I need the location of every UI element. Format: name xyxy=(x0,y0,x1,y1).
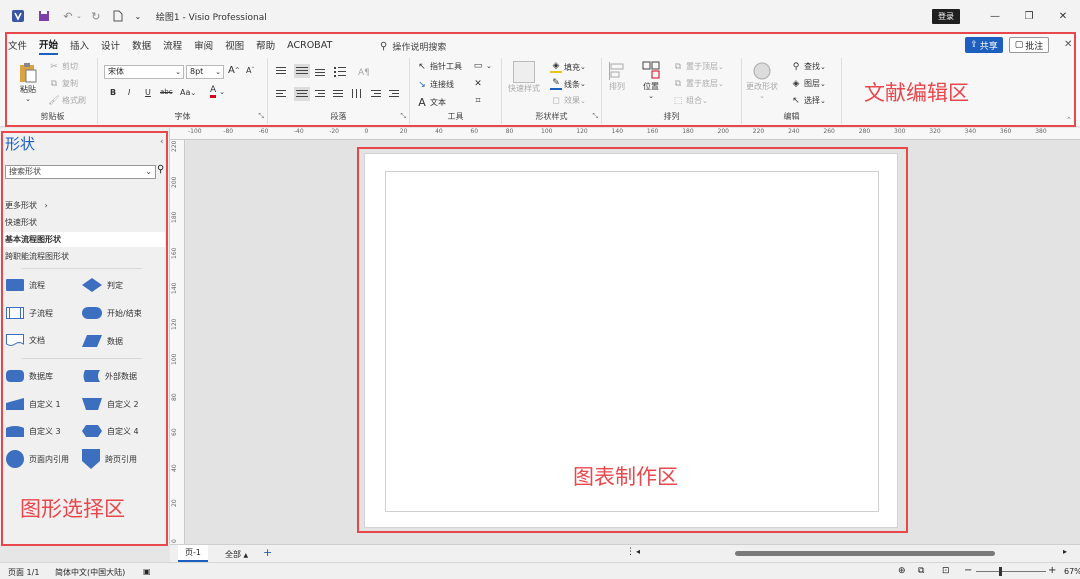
redo-icon[interactable]: ↻ xyxy=(88,8,104,24)
page-tab-1[interactable]: 页-1 xyxy=(178,545,208,562)
scroll-left-icon[interactable]: ◂ xyxy=(636,547,640,556)
ruler-tick-label: 160 xyxy=(646,128,659,135)
horizontal-ruler: -100 -80 -60 -40 -20 0 20 40 60 80 100 120 140 160 180… xyxy=(170,128,1080,140)
shapes-annotation-box xyxy=(1,131,168,546)
ruler-tick-label: -20 xyxy=(329,128,339,135)
ruler-tick-label: 120 xyxy=(576,128,588,135)
ruler-tick-label: 220 xyxy=(752,128,765,135)
new-document-icon[interactable] xyxy=(110,8,126,24)
triangle-up-icon: ▲ xyxy=(243,552,249,559)
login-button[interactable]: 登录 xyxy=(932,8,960,24)
zoom-slider-thumb[interactable] xyxy=(999,567,1002,576)
macro-record-icon[interactable]: ▣ xyxy=(143,567,151,576)
ruler-tick-label: 60 xyxy=(470,128,479,135)
undo-dropdown-icon[interactable]: ⌄ xyxy=(76,12,82,20)
ruler-tick-label: 0 xyxy=(171,538,178,543)
visio-logo-icon xyxy=(10,8,26,24)
ruler-tick-label: 220 xyxy=(171,140,178,152)
zoom-slider[interactable] xyxy=(976,571,1046,572)
ruler-tick-label: -60 xyxy=(258,128,269,135)
ruler-tick-label: 160 xyxy=(171,247,178,259)
window-title: 绘图1 - Visio Professional xyxy=(155,12,267,23)
ruler-tick-label: 0 xyxy=(364,128,369,135)
minimize-icon[interactable]: — xyxy=(978,0,1012,32)
horizontal-scrollbar[interactable]: ◂ ▸ xyxy=(630,547,1070,558)
ruler-tick-label: 360 xyxy=(999,128,1012,135)
ruler-tick-label: -100 xyxy=(188,128,202,135)
ruler-tick-label: 80 xyxy=(171,392,178,401)
title-bar: ↶ ⌄ ↻ ⌄ 绘图1 - Visio Professional 登录 — ❐ … xyxy=(0,0,1080,32)
page-indicator[interactable]: 页面 1/1 xyxy=(8,567,39,578)
ruler-tick-label: 180 xyxy=(682,128,694,135)
save-icon[interactable] xyxy=(36,8,52,24)
page-tabs-bar: 页-1 全部 ▲ + ⋮ ◂ ▸ xyxy=(170,544,1080,562)
ruler-tick-label: 200 xyxy=(171,176,178,188)
ribbon-annotation-label: 文献编辑区 xyxy=(864,81,969,105)
ruler-tick-label: 140 xyxy=(171,282,178,294)
ruler-tick-label: 180 xyxy=(171,211,178,223)
ruler-tick-label: 300 xyxy=(894,128,906,135)
zoom-in-icon[interactable]: + xyxy=(1048,565,1056,576)
ruler-tick-label: 280 xyxy=(858,128,871,135)
zoom-level[interactable]: 67% xyxy=(1064,567,1080,576)
customize-toolbar-icon[interactable]: ⌄ xyxy=(130,8,146,24)
scrollbar-thumb[interactable] xyxy=(735,551,995,556)
zoom-out-icon[interactable]: − xyxy=(964,565,972,576)
ruler-tick-label: 20 xyxy=(399,128,408,135)
ruler-tick-label: 100 xyxy=(541,128,553,135)
ruler-tick-label: 60 xyxy=(171,428,178,436)
ruler-tick-label: 40 xyxy=(435,128,443,135)
restore-icon[interactable]: ❐ xyxy=(1012,0,1046,32)
ruler-tick-label: 240 xyxy=(788,128,800,135)
ruler-tick-label: 380 xyxy=(1035,128,1047,135)
scroll-right-icon[interactable]: ▸ xyxy=(1063,547,1067,556)
ruler-tick-label: 140 xyxy=(611,128,624,135)
ruler-tick-label: 20 xyxy=(171,499,178,507)
all-pages-button[interactable]: 全部 ▲ xyxy=(225,549,248,560)
ruler-tick-label: 120 xyxy=(171,318,178,330)
ruler-tick-label: 100 xyxy=(171,353,178,365)
presentation-mode-icon[interactable]: ⊡ xyxy=(942,566,950,576)
ruler-tick-label: -40 xyxy=(293,128,304,135)
close-icon[interactable]: ✕ xyxy=(1046,0,1080,32)
vertical-ruler: 220 200 180 160 140 120 100 80 60 40 20 0 xyxy=(170,140,185,544)
ruler-tick-label: 80 xyxy=(505,128,514,135)
ruler-tick-label: 340 xyxy=(964,128,977,135)
canvas-annotation-label: 图表制作区 xyxy=(573,465,678,489)
ruler-tick-label: 200 xyxy=(717,128,729,135)
undo-icon[interactable]: ↶ xyxy=(60,8,76,24)
ruler-tick-label: 320 xyxy=(929,128,941,135)
shapes-annotation-label: 图形选择区 xyxy=(20,497,125,521)
ruler-tick-label: 260 xyxy=(823,128,835,135)
language-indicator[interactable]: 简体中文(中国大陆) xyxy=(55,567,125,578)
switch-windows-icon[interactable]: ⧉ xyxy=(918,566,924,576)
fit-page-icon[interactable]: ⊕ xyxy=(898,566,906,576)
status-bar: 页面 1/1 简体中文(中国大陆) ▣ ⊕ ⧉ ⊡ − + 67% xyxy=(0,562,1080,579)
ruler-tick-label: 40 xyxy=(171,463,178,472)
ruler-tick-label: -80 xyxy=(223,128,234,135)
add-page-icon[interactable]: + xyxy=(263,546,272,559)
